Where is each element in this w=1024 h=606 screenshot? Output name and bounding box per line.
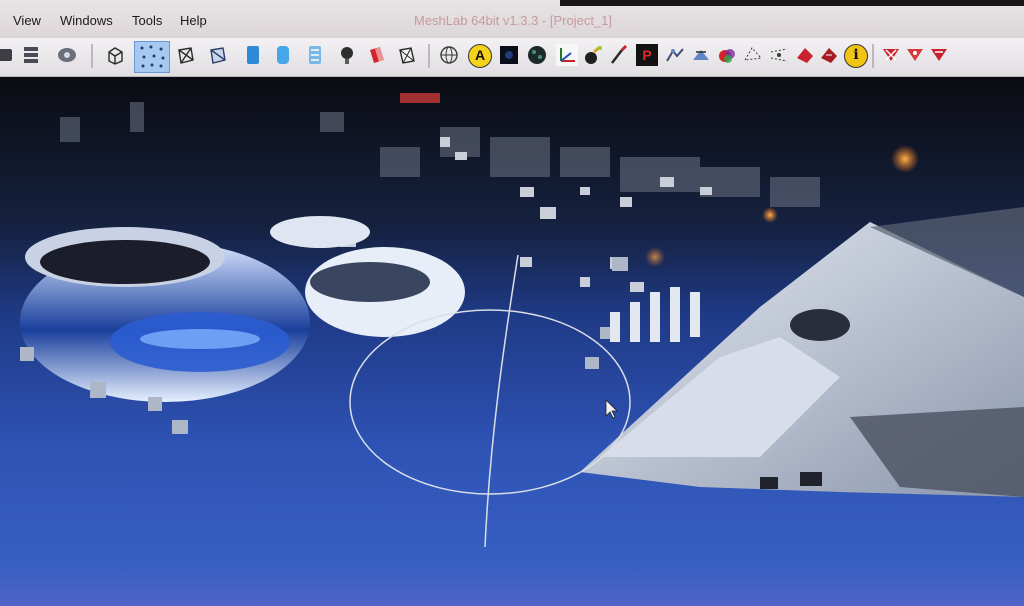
- menu-windows[interactable]: Windows: [60, 13, 113, 28]
- delete-all-icon[interactable]: [928, 44, 950, 66]
- point-cloud-render: [20, 93, 1024, 548]
- mouse-cursor-icon: [605, 399, 618, 419]
- 3d-viewport[interactable]: [0, 77, 1024, 606]
- light-glow: [762, 207, 778, 223]
- snapshot-icon[interactable]: [56, 44, 78, 66]
- screen-reflection: [0, 566, 1024, 606]
- select-connected-icon[interactable]: [794, 44, 816, 66]
- bounding-box-icon[interactable]: [104, 44, 126, 66]
- toolbar-separator: [428, 44, 430, 68]
- window-title: MeshLab 64bit v1.3.3 - [Project_1]: [414, 13, 613, 28]
- info-icon[interactable]: i: [844, 44, 868, 68]
- trackball-icon[interactable]: [438, 44, 460, 66]
- window-edge: [560, 0, 1024, 6]
- color-icon[interactable]: [716, 44, 738, 66]
- delete-faces-icon[interactable]: [880, 44, 902, 66]
- pick-icon[interactable]: P: [636, 44, 658, 66]
- texture-icon[interactable]: [304, 44, 326, 66]
- double-side-icon[interactable]: [396, 44, 418, 66]
- hidden-lines-icon[interactable]: [206, 44, 228, 66]
- select-vertices-icon[interactable]: [768, 44, 790, 66]
- layers-icon[interactable]: [0, 44, 16, 66]
- delete-vertices-icon[interactable]: [904, 44, 926, 66]
- menu-tools[interactable]: Tools: [132, 13, 162, 28]
- toolbar-separator: [91, 44, 93, 68]
- points-icon: [140, 45, 165, 68]
- shader-icon[interactable]: [498, 44, 520, 66]
- bowl-object-left: [20, 227, 310, 402]
- backface-icon[interactable]: [366, 44, 388, 66]
- menu-bar: View Windows Tools Help MeshLab 64bit v1…: [0, 0, 1024, 38]
- wireframe-icon[interactable]: [174, 44, 196, 66]
- menu-help[interactable]: Help: [180, 13, 207, 28]
- annotate-icon[interactable]: A: [468, 44, 492, 68]
- brush-icon[interactable]: [608, 44, 630, 66]
- light-icon[interactable]: [336, 44, 358, 66]
- select-region-icon[interactable]: [818, 44, 840, 66]
- light-glow: [891, 145, 919, 173]
- slab-voxel-columns: [610, 287, 700, 342]
- paint-icon[interactable]: [582, 44, 604, 66]
- red-voxels: [400, 93, 440, 103]
- points-button[interactable]: [134, 41, 170, 73]
- toolbar: A P i: [0, 38, 1024, 77]
- measure-icon[interactable]: [526, 44, 548, 66]
- stack-icon[interactable]: [20, 44, 42, 66]
- toolbar-separator: [872, 44, 874, 68]
- axis-icon[interactable]: [556, 44, 578, 66]
- floor-slab: [580, 207, 1024, 497]
- smooth-icon[interactable]: [272, 44, 294, 66]
- light-glow: [645, 247, 665, 267]
- select-faces-icon[interactable]: [742, 44, 764, 66]
- menu-view[interactable]: View: [13, 13, 41, 28]
- transform-icon[interactable]: [690, 44, 712, 66]
- align-icon[interactable]: [664, 44, 686, 66]
- flat-icon[interactable]: [242, 44, 264, 66]
